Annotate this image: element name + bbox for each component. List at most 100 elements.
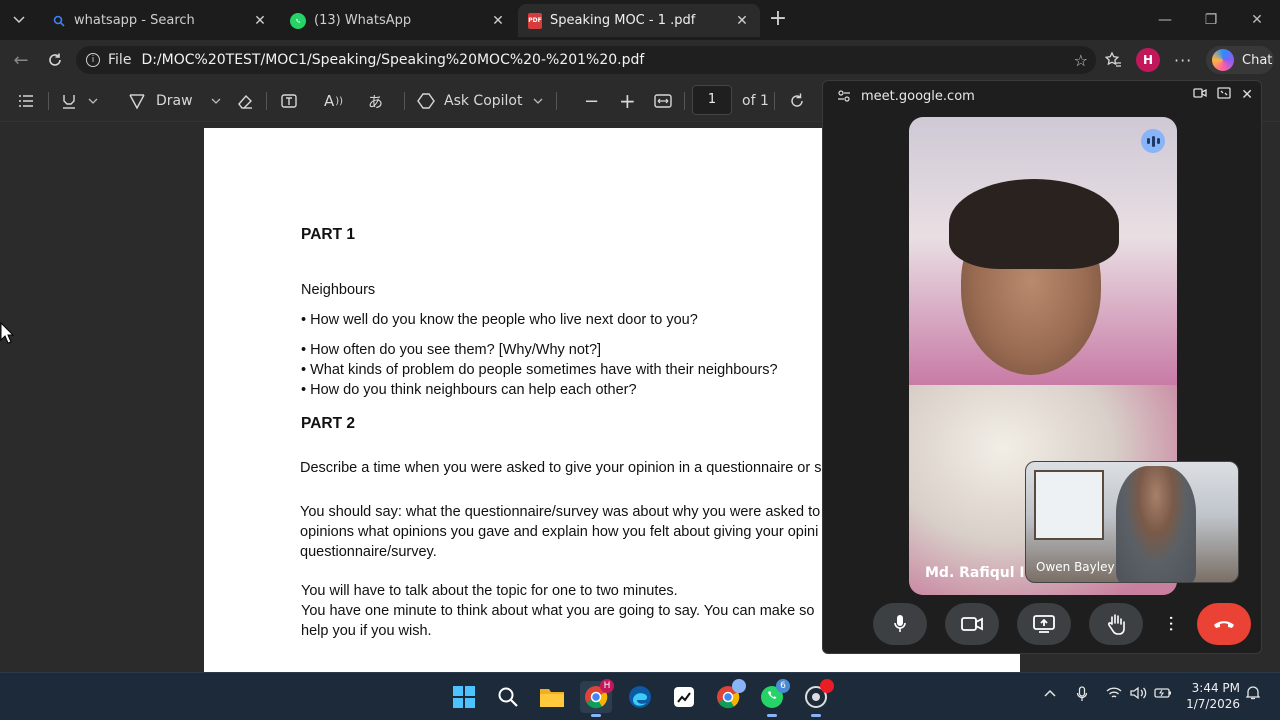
search-icon — [52, 14, 66, 28]
hang-up-icon — [1214, 621, 1234, 628]
meet-popup-window[interactable]: meet.google.com ✕ Md. Rafiqul Is Owen Ba… — [822, 80, 1262, 654]
draw-button[interactable]: Draw — [128, 90, 221, 112]
meet-site-url: meet.google.com — [861, 88, 975, 104]
fit-page-button[interactable] — [654, 90, 672, 112]
battery-icon[interactable] — [1154, 686, 1172, 704]
url-text[interactable]: D:/MOC%20TEST/MOC1/Speaking/Speaking%20M… — [141, 52, 644, 68]
copilot-chat-button[interactable]: Chat — [1206, 46, 1274, 74]
self-participant-name: Owen Bayley — [1036, 560, 1115, 574]
ask-copilot-button[interactable]: Ask Copilot — [416, 90, 543, 112]
raise-hand-button[interactable] — [1089, 603, 1143, 645]
wifi-icon[interactable] — [1106, 686, 1122, 704]
minimize-button[interactable]: — — [1142, 0, 1188, 40]
microphone-button[interactable] — [873, 603, 927, 645]
tab-whatsapp-search[interactable]: whatsapp - Search ✕ — [42, 4, 278, 37]
text-box-icon — [281, 94, 297, 108]
tab-pdf[interactable]: PDF Speaking MOC - 1 .pdf ✕ — [518, 4, 760, 37]
windows-taskbar: H 6 — [0, 672, 1280, 720]
hand-icon — [1107, 614, 1125, 635]
should-say-line-3: questionnaire/survey. — [300, 544, 437, 560]
call-controls: ··· — [873, 603, 1251, 647]
text-box-button[interactable] — [280, 90, 298, 112]
tab-actions-menu[interactable] — [0, 0, 38, 40]
camera-toggle-icon[interactable] — [1193, 87, 1207, 103]
translate-button[interactable]: あ — [368, 90, 383, 112]
close-tab-icon[interactable]: ✕ — [252, 13, 268, 29]
favorite-star-icon[interactable]: ☆ — [1074, 51, 1088, 70]
eraser-icon — [238, 94, 252, 109]
zoom-out-button[interactable]: − — [584, 90, 599, 112]
start-button[interactable] — [448, 681, 480, 713]
zoom-in-button[interactable]: + — [619, 89, 636, 113]
list-icon — [19, 95, 33, 107]
tab-title: Speaking MOC - 1 .pdf — [550, 13, 696, 28]
close-tab-icon[interactable]: ✕ — [490, 13, 506, 29]
instructions-line-2: You have one minute to think about what … — [301, 603, 815, 619]
page-number-input[interactable]: 1 — [692, 85, 732, 115]
translate-icon: あ — [368, 92, 384, 111]
describe-prompt: Describe a time when you were asked to g… — [300, 460, 822, 476]
rotate-icon — [791, 93, 803, 107]
read-aloud-button[interactable]: A)) — [324, 90, 343, 112]
back-button[interactable]: ← — [8, 48, 34, 72]
edge-button[interactable] — [624, 681, 656, 713]
microphone-tray-icon[interactable] — [1076, 686, 1088, 706]
present-screen-button[interactable] — [1017, 603, 1071, 645]
restore-button[interactable]: ❐ — [1188, 0, 1234, 40]
stocks-app-button[interactable] — [668, 681, 700, 713]
erase-button[interactable] — [236, 90, 254, 112]
chrome-profile-button[interactable]: H — [580, 679, 614, 717]
page-total: of 1 — [742, 93, 769, 109]
more-options-icon[interactable]: ··· — [1174, 51, 1192, 70]
profile-avatar[interactable]: H — [1136, 48, 1160, 72]
recorder-app-button[interactable] — [800, 679, 834, 717]
address-bar[interactable]: i File D:/MOC%20TEST/MOC1/Speaking/Speak… — [76, 46, 1096, 74]
refresh-button[interactable] — [42, 48, 68, 72]
clock-date: 1/7/2026 — [1186, 697, 1240, 711]
file-explorer-button[interactable] — [536, 681, 568, 713]
camera-button[interactable] — [945, 603, 999, 645]
close-icon[interactable]: ✕ — [1241, 87, 1253, 103]
windows-logo-icon — [453, 686, 475, 708]
rotate-button[interactable] — [788, 90, 806, 112]
search-icon — [498, 687, 518, 707]
chevron-down-icon — [211, 98, 221, 104]
main-participant-name: Md. Rafiqul Is — [925, 565, 1033, 581]
close-window-button[interactable]: ✕ — [1234, 0, 1280, 40]
browser-tools: H ··· — [1104, 46, 1192, 74]
leave-call-button[interactable] — [1197, 603, 1251, 645]
copilot-outline-icon — [417, 93, 435, 109]
new-tab-button[interactable]: + — [766, 8, 790, 32]
copilot-icon — [1212, 49, 1234, 71]
part1-heading: PART 1 — [301, 226, 355, 243]
part2-heading: PART 2 — [301, 415, 355, 432]
chat-label: Chat — [1242, 52, 1273, 68]
more-vert-icon: ··· — [1160, 615, 1181, 633]
notifications-icon[interactable] — [1245, 686, 1261, 704]
highlight-button[interactable] — [60, 90, 98, 112]
tab-title: whatsapp - Search — [74, 13, 195, 28]
question-4: • How do you think neighbours can help e… — [301, 382, 637, 398]
chrome-button[interactable] — [712, 679, 746, 713]
info-icon[interactable]: i — [86, 53, 100, 67]
folder-icon — [540, 689, 564, 707]
system-clock[interactable]: 3:44 PM 1/7/2026 — [1180, 680, 1240, 712]
favorites-icon[interactable] — [1104, 51, 1122, 69]
self-view-video[interactable]: Owen Bayley — [1025, 461, 1239, 583]
close-tab-icon[interactable]: ✕ — [734, 13, 750, 29]
instructions-line-1: You will have to talk about the topic fo… — [301, 583, 678, 599]
contents-button[interactable] — [18, 90, 34, 112]
expand-icon[interactable] — [1217, 87, 1231, 103]
volume-icon[interactable] — [1130, 686, 1148, 704]
tab-strip: whatsapp - Search ✕ (13) WhatsApp ✕ PDF … — [0, 0, 1280, 40]
tab-whatsapp[interactable]: (13) WhatsApp ✕ — [280, 4, 516, 37]
more-options-button[interactable]: ··· — [1160, 603, 1181, 645]
whatsapp-unread-badge: 6 — [776, 679, 790, 693]
pdf-icon: PDF — [528, 12, 542, 29]
should-say-line-1: You should say: what the questionnaire/s… — [300, 504, 821, 520]
site-settings-icon[interactable] — [837, 90, 851, 102]
chart-app-icon — [674, 687, 694, 707]
taskbar-search-button[interactable] — [492, 681, 524, 713]
show-hidden-icons-button[interactable] — [1044, 686, 1056, 701]
whatsapp-taskbar-button[interactable]: 6 — [756, 679, 790, 717]
